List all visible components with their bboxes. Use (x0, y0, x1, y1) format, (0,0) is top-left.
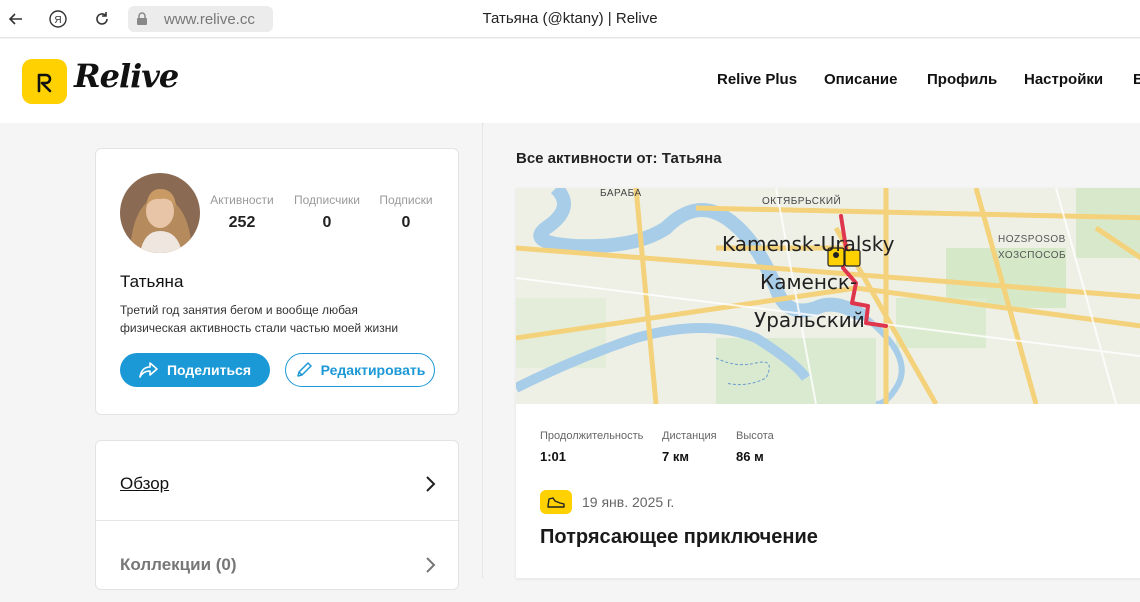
stat-value: 0 (322, 214, 332, 231)
activity-map[interactable]: БАРАБА ОКТЯБРЬСКИЙ Kamensk-Uralsky Камен… (516, 188, 1140, 404)
metric-label: Продолжительность (540, 430, 644, 442)
map-label-city: Kamensk-Uralsky (722, 232, 895, 256)
edit-label: Редактировать (320, 362, 426, 378)
browser-toolbar: Я www.relive.cc Татьяна (@ktany) | Reliv… (0, 0, 1140, 38)
stat-followers[interactable]: Подписчики 0 (290, 193, 364, 232)
share-label: Поделиться (166, 362, 252, 378)
menu-item-collections[interactable]: Коллекции (0) (96, 522, 460, 602)
nav-description[interactable]: Описание (824, 71, 897, 88)
nav-profile[interactable]: Профиль (927, 71, 997, 88)
menu-item-overview[interactable]: Обзор (96, 441, 460, 521)
reload-icon[interactable] (90, 7, 114, 31)
metric-label: Дистанция (662, 430, 717, 442)
map-label-district: ОКТЯБРЬСКИЙ (762, 196, 842, 207)
activity-date-row: 19 янв. 2025 г. (540, 490, 674, 514)
metric-value: 1:01 (540, 449, 567, 464)
nav-settings[interactable]: Настройки (1024, 71, 1103, 88)
metric-value: 86 м (736, 449, 764, 464)
stat-value: 252 (228, 214, 256, 231)
stat-activities[interactable]: Активности 252 (208, 193, 276, 232)
lock-icon (137, 12, 147, 25)
edit-button[interactable]: Редактировать (285, 353, 435, 387)
map-label-district: HOZSPOSOB (998, 234, 1066, 245)
metric-label: Высота (736, 430, 774, 442)
url-text: www.relive.cc (164, 11, 255, 28)
stat-value: 0 (401, 214, 411, 231)
metric-duration: Продолжительность 1:01 (540, 430, 643, 464)
yandex-icon[interactable]: Я (46, 7, 70, 31)
map-label-district: БАРАБА (600, 188, 642, 199)
relive-logo-icon[interactable] (22, 59, 67, 104)
svg-text:Я: Я (54, 15, 61, 26)
map-label-district: ХОЗСПОСОБ (998, 250, 1067, 261)
activity-title[interactable]: Потрясающее приключение (540, 526, 818, 549)
activity-card[interactable]: БАРАБА ОКТЯБРЬСКИЙ Kamensk-Uralsky Камен… (516, 188, 1140, 578)
logo-wordmark[interactable]: Relive (74, 57, 179, 95)
profile-bio: Третий год занятия бегом и вообще любая … (120, 303, 399, 335)
avatar[interactable] (120, 173, 200, 253)
stat-label: Активности (210, 193, 274, 207)
site-header: Relive Relive Plus Описание Профиль Наст… (0, 39, 1140, 123)
back-icon[interactable] (4, 7, 28, 31)
share-button[interactable]: Поделиться (120, 353, 270, 387)
stat-following[interactable]: Подписки 0 (376, 193, 436, 232)
metric-value: 7 км (662, 449, 689, 464)
stat-label: Подписчики (293, 193, 360, 207)
section-title: Все активности от: Татьяна (516, 150, 722, 167)
menu-label: Обзор (120, 474, 170, 493)
menu-label: Коллекции (0) (120, 555, 237, 574)
metric-distance: Дистанция 7 км (662, 430, 717, 464)
nav-more[interactable]: B (1133, 71, 1140, 88)
profile-card: Активности 252 Подписчики 0 Подписки 0 Т… (95, 148, 459, 415)
nav-relive-plus[interactable]: Relive Plus (717, 71, 797, 88)
map-label-city: Уральский (754, 308, 865, 332)
profile-name: Татьяна (120, 272, 184, 291)
share-icon (139, 362, 158, 378)
map-label-city: Каменск- (760, 270, 858, 294)
pencil-icon (296, 362, 312, 377)
chevron-right-icon (426, 476, 436, 492)
stat-label: Подписки (379, 193, 433, 207)
profile-menu: Обзор Коллекции (0) (95, 440, 460, 590)
metric-elevation: Высота 86 м (736, 430, 774, 464)
activity-date: 19 янв. 2025 г. (582, 494, 675, 510)
chevron-right-icon (426, 557, 436, 573)
address-bar[interactable]: www.relive.cc (128, 6, 273, 32)
running-shoe-icon (540, 490, 572, 514)
